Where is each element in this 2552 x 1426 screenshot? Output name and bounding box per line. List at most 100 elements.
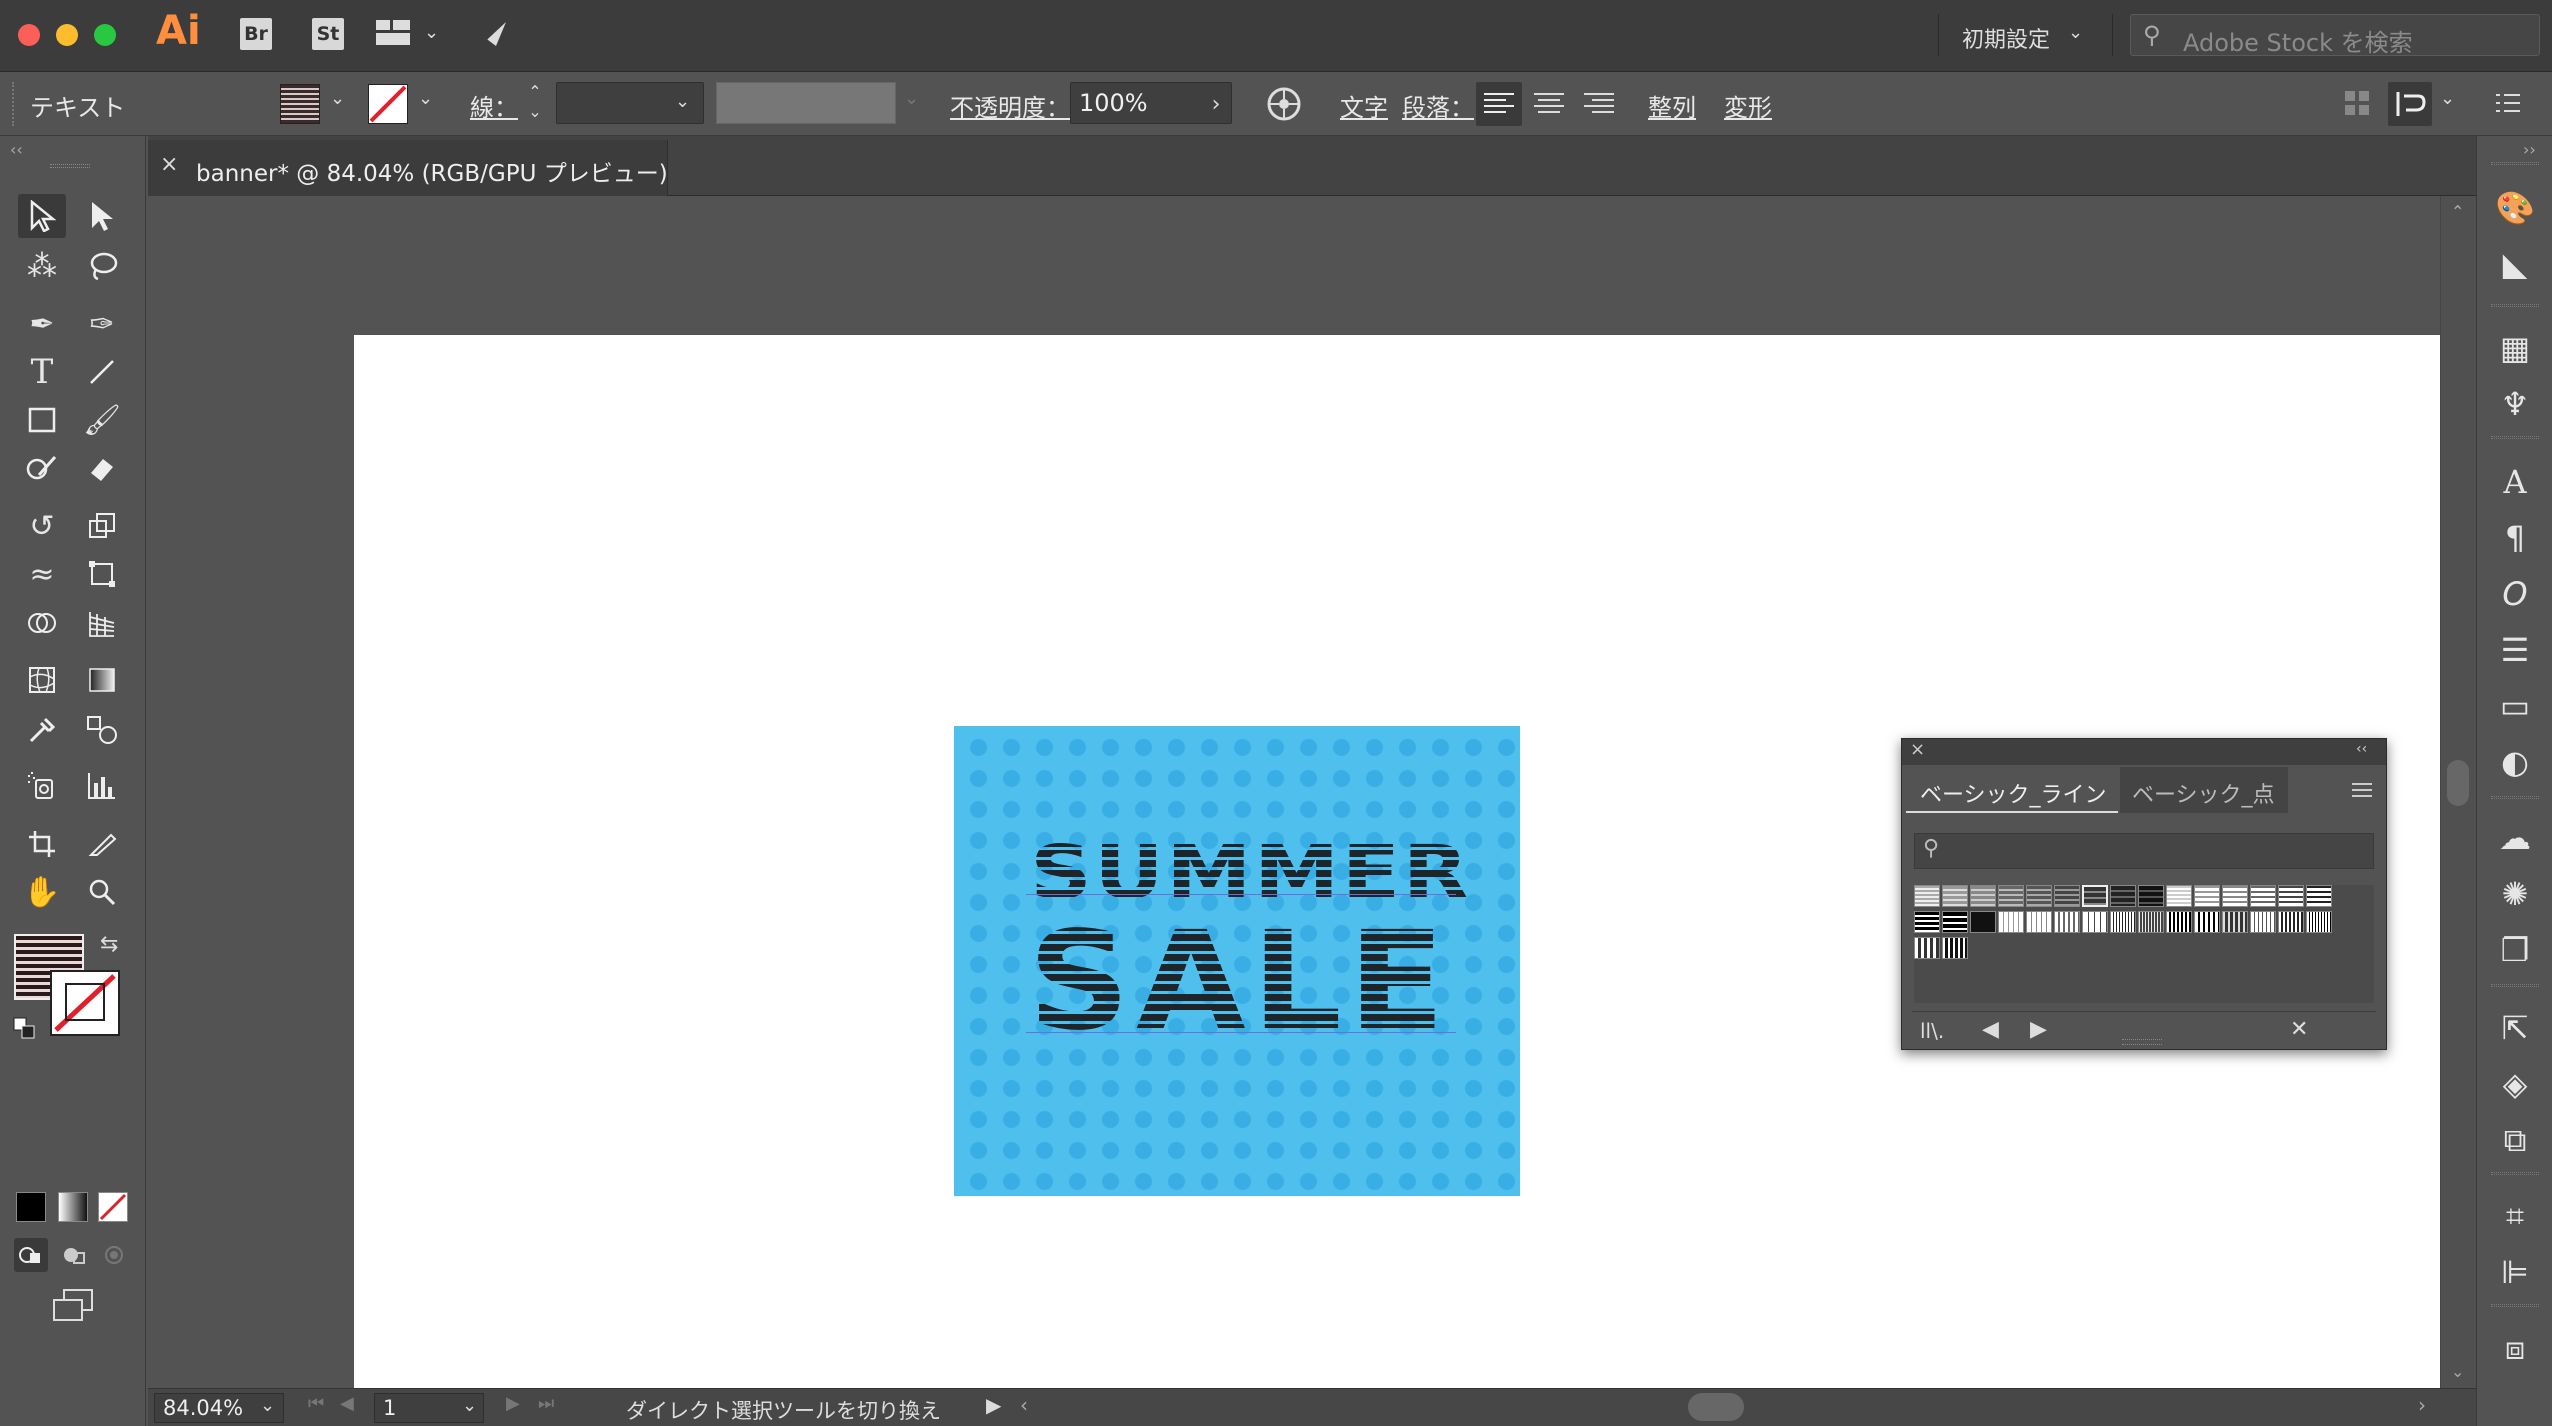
swatch[interactable] bbox=[1970, 911, 1996, 933]
swatch[interactable] bbox=[2250, 911, 2276, 933]
swatch[interactable] bbox=[2110, 911, 2136, 933]
zoom-tool-icon[interactable] bbox=[78, 870, 126, 914]
color-mode-button[interactable] bbox=[16, 1192, 46, 1222]
swatch[interactable] bbox=[1942, 937, 1968, 959]
swatch[interactable] bbox=[2166, 911, 2192, 933]
swatch[interactable] bbox=[2166, 885, 2192, 907]
arrange-documents-chevron-icon[interactable]: ⌄ bbox=[424, 22, 439, 43]
profile-chevron-icon[interactable]: ⌄ bbox=[904, 88, 919, 109]
first-artboard-icon[interactable]: ⏮ bbox=[308, 1393, 324, 1414]
swatch[interactable] bbox=[2054, 911, 2080, 933]
character-panel-link[interactable]: 文字 bbox=[1340, 88, 1388, 123]
variable-width-profile[interactable] bbox=[716, 82, 896, 124]
stroke-chevron-icon[interactable]: ⌄ bbox=[418, 88, 433, 109]
lasso-icon[interactable] bbox=[78, 244, 126, 288]
align-panel-link[interactable]: 整列 bbox=[1648, 88, 1696, 123]
next-library-icon[interactable]: ▶ bbox=[2030, 1017, 2047, 1042]
cc-libraries-icon[interactable]: ☁ bbox=[2493, 816, 2537, 860]
shape-builder-icon[interactable] bbox=[18, 602, 66, 646]
swatch-search-field[interactable]: ⚲ bbox=[1914, 833, 2374, 869]
wrap-chevron-icon[interactable]: ⌄ bbox=[2440, 88, 2455, 109]
previous-library-icon[interactable]: ◀ bbox=[1982, 1017, 1999, 1042]
asset-export-icon[interactable]: ⇱ bbox=[2493, 1006, 2537, 1050]
artboard-chevron-icon[interactable]: ⌄ bbox=[462, 1395, 477, 1416]
recolor-artwork-icon[interactable] bbox=[1266, 86, 1302, 122]
magic-wand-icon[interactable]: ⁂ bbox=[18, 244, 66, 288]
artboard-icon[interactable] bbox=[18, 822, 66, 866]
previous-artboard-icon[interactable]: ◀ bbox=[340, 1393, 354, 1414]
graph-icon[interactable] bbox=[78, 764, 126, 808]
align-panel-icon[interactable]: ⊫ bbox=[2493, 1250, 2537, 1294]
paintbrush-icon[interactable]: 🖌 bbox=[78, 398, 126, 442]
stroke-stepper[interactable]: ⌃ ⌄ bbox=[524, 82, 546, 126]
swatch[interactable] bbox=[2278, 885, 2304, 907]
gpu-performance-icon[interactable] bbox=[472, 16, 512, 56]
stock-button[interactable]: St bbox=[312, 18, 344, 50]
hand-icon[interactable]: ✋ bbox=[18, 870, 66, 914]
appearance-panel-icon[interactable]: ✺ bbox=[2493, 872, 2537, 916]
swatch[interactable] bbox=[1942, 911, 1968, 933]
collapse-toolbar-icon[interactable]: ‹‹ bbox=[10, 140, 23, 159]
last-artboard-icon[interactable]: ⏭ bbox=[538, 1393, 554, 1414]
perspective-icon[interactable] bbox=[78, 602, 126, 646]
close-tab-icon[interactable]: × bbox=[160, 152, 178, 177]
swatch[interactable] bbox=[1970, 885, 1996, 907]
swatch[interactable] bbox=[1914, 885, 1940, 907]
layers-panel-icon[interactable]: ◈ bbox=[2493, 1062, 2537, 1106]
gradient-panel-icon[interactable]: ▭ bbox=[2493, 684, 2537, 728]
opacity-label[interactable]: 不透明度： bbox=[950, 88, 1070, 123]
vertical-scroll-thumb[interactable] bbox=[2447, 760, 2469, 806]
scroll-left-icon[interactable]: ‹ bbox=[1020, 1393, 1028, 1417]
gradient-icon[interactable] bbox=[78, 658, 126, 702]
fill-chevron-icon[interactable]: ⌄ bbox=[330, 88, 345, 109]
fill-swatch[interactable] bbox=[280, 84, 320, 124]
transform-panel-icon[interactable]: ⌗ bbox=[2493, 1194, 2537, 1238]
align-center-button[interactable] bbox=[1526, 82, 1572, 126]
swatch[interactable] bbox=[2250, 885, 2276, 907]
paragraph-panel-link[interactable]: 段落： bbox=[1402, 88, 1474, 123]
panel-menu-icon[interactable] bbox=[2350, 779, 2374, 801]
stroke-panel-icon[interactable]: ☰ bbox=[2493, 628, 2537, 672]
workspace-switcher[interactable]: 初期設定 bbox=[1962, 22, 2050, 54]
type-icon[interactable]: T bbox=[18, 350, 66, 394]
swatch[interactable] bbox=[2082, 885, 2108, 907]
sale-text[interactable]: SALE bbox=[1028, 914, 1451, 1050]
artboards-panel-icon[interactable]: ⧉ bbox=[2493, 1118, 2537, 1162]
pathfinder-panel-icon[interactable]: ⧈ bbox=[2493, 1326, 2537, 1370]
swatch[interactable] bbox=[1998, 911, 2024, 933]
rectangle-icon[interactable] bbox=[18, 398, 66, 442]
align-left-button[interactable] bbox=[1476, 82, 1522, 126]
brushes-panel-icon[interactable]: ♆ bbox=[2493, 382, 2537, 426]
draw-behind-icon[interactable] bbox=[58, 1238, 92, 1272]
control-bar-menu-icon[interactable] bbox=[2494, 90, 2522, 116]
opentype-panel-icon[interactable]: O bbox=[2493, 572, 2537, 616]
eyedropper-icon[interactable] bbox=[18, 708, 66, 752]
summer-sale-banner[interactable]: SUMMER SALE bbox=[954, 726, 1520, 1196]
swatch[interactable] bbox=[2222, 885, 2248, 907]
align-right-button[interactable] bbox=[1576, 82, 1622, 126]
curvature-icon[interactable]: ✑ bbox=[78, 302, 126, 346]
swatch[interactable] bbox=[2026, 885, 2052, 907]
blend-icon[interactable] bbox=[78, 708, 126, 752]
window-close-icon[interactable] bbox=[18, 24, 40, 46]
free-transform-icon[interactable] bbox=[78, 552, 126, 596]
shaper-icon[interactable] bbox=[18, 446, 66, 490]
opacity-arrow-icon[interactable]: › bbox=[1200, 84, 1232, 124]
swatch[interactable] bbox=[2026, 911, 2052, 933]
eraser-icon[interactable] bbox=[78, 446, 126, 490]
scale-icon[interactable] bbox=[78, 504, 126, 548]
tab-basic-line[interactable]: ベーシック_ライン bbox=[1906, 767, 2118, 813]
tab-basic-dot[interactable]: ベーシック_点 bbox=[2120, 767, 2288, 813]
swatch-libraries-menu-icon[interactable]: ll\. bbox=[1920, 1019, 1944, 1043]
color-panel-icon[interactable]: 🎨 bbox=[2493, 186, 2537, 230]
symbol-sprayer-icon[interactable] bbox=[18, 764, 66, 808]
swatch[interactable] bbox=[2306, 911, 2332, 933]
swatch[interactable] bbox=[2054, 885, 2080, 907]
document-tab[interactable]: × banner* @ 84.04% (RGB/GPU プレビュー) bbox=[148, 140, 668, 196]
none-mode-button[interactable] bbox=[98, 1192, 128, 1222]
swatch[interactable] bbox=[2110, 885, 2136, 907]
vertical-scrollbar[interactable]: ⌃ ⌄ bbox=[2440, 196, 2476, 1388]
swatch[interactable] bbox=[1998, 885, 2024, 907]
swatch[interactable] bbox=[1914, 937, 1940, 959]
swatch[interactable] bbox=[1914, 911, 1940, 933]
